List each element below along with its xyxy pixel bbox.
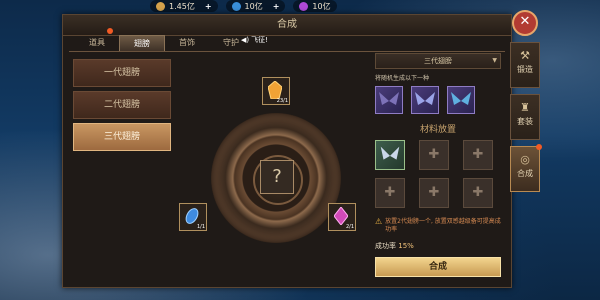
side-tab-label: 套装: [517, 117, 533, 126]
tip: ⚠ 放置2代翅膀一个, 放置双感越级备可提高成功率: [375, 218, 501, 234]
wing-option-icon[interactable]: [375, 86, 403, 114]
notification-dot: [536, 144, 542, 150]
window-title: 合成: [63, 15, 511, 36]
rate-value: 15%: [398, 242, 414, 250]
material-cell-add[interactable]: ✚: [375, 178, 405, 208]
armor-icon: ♜: [520, 101, 530, 114]
currency-diamond: 10亿 +: [225, 0, 286, 12]
side-tab-label: 合成: [517, 169, 533, 178]
side-tab-forge[interactable]: ⚒ 锻造: [510, 42, 540, 88]
diamond-icon: [231, 1, 241, 11]
synthesis-window: 合成 ◀) 飞征! 道具 翅膀 首饰 守护 一代翅膀 二代翅膀 三代翅膀 ? 2…: [62, 14, 512, 288]
synthesize-button[interactable]: 合成: [375, 257, 501, 277]
side-tab-synthesis[interactable]: ◎ 合成: [510, 144, 542, 192]
purple-token-icon: [299, 1, 309, 11]
slot-count: 23/1: [276, 98, 288, 104]
wing-option-icon[interactable]: [411, 86, 439, 114]
panel-title: 三代翅膀: [424, 57, 452, 65]
material-slot-left[interactable]: 1/1: [179, 203, 207, 231]
side-tabs: ⚒ 锻造 ♜ 套装 ◎ 合成: [510, 42, 542, 198]
material-slot-right[interactable]: 2/1: [328, 203, 356, 231]
tab-jewelry[interactable]: 首饰: [165, 35, 209, 51]
diamond-amount: 10亿: [244, 1, 263, 11]
orange-gem-icon: [268, 81, 282, 99]
panel-subtitle: 将随机生成以下一种: [375, 75, 430, 82]
purple-gem-icon: [334, 207, 348, 225]
tab-items[interactable]: 道具: [75, 35, 119, 51]
material-grid: ✚ ✚ ✚ ✚ ✚: [375, 140, 501, 208]
tab-bar: 道具 翅膀 首饰 守护: [63, 35, 523, 51]
purple-amount: 10亿: [312, 1, 331, 11]
gen-1-wings[interactable]: 一代翅膀: [73, 59, 171, 87]
gen-2-wings[interactable]: 二代翅膀: [73, 91, 171, 119]
result-slot[interactable]: ?: [260, 160, 294, 194]
success-rate: 成功率 15%: [375, 241, 501, 251]
wing-option-icon[interactable]: [447, 86, 475, 114]
generation-list: 一代翅膀 二代翅膀 三代翅膀: [73, 59, 171, 155]
tab-wings[interactable]: 翅膀: [119, 35, 165, 51]
material-cell-add[interactable]: ✚: [463, 178, 493, 208]
side-tab-set[interactable]: ♜ 套装: [510, 94, 540, 140]
wing-options: [375, 86, 501, 114]
slot-count: 2/1: [345, 224, 354, 230]
blue-feather-icon: [185, 208, 199, 224]
currency-bar: 1.45亿 + 10亿 + 10亿: [150, 0, 337, 12]
synthesis-panel: 三代翅膀 ▼ 将随机生成以下一种 材料放置 ✚ ✚ ✚ ✚ ✚ ⚠ 放置2代翅膀…: [375, 53, 501, 277]
panel-header: 三代翅膀 ▼: [375, 53, 501, 69]
material-cell-add[interactable]: ✚: [419, 178, 449, 208]
rate-label: 成功率: [375, 242, 396, 250]
material-cell[interactable]: [375, 140, 405, 170]
gen-3-wings[interactable]: 三代翅膀: [73, 123, 171, 151]
material-slot-top[interactable]: 23/1: [262, 77, 290, 105]
notification-dot: [107, 28, 113, 34]
tip-text: 放置2代翅膀一个, 放置双感越级备可提高成功率: [385, 218, 501, 233]
material-cell-add[interactable]: ✚: [419, 140, 449, 170]
currency-purple: 10亿: [293, 0, 337, 12]
tab-guardian[interactable]: 守护: [209, 35, 253, 51]
slot-count: 1/1: [196, 224, 205, 230]
gold-amount: 1.45亿: [169, 1, 195, 11]
add-diamond-button[interactable]: +: [273, 2, 280, 11]
gold-coin-icon: [156, 1, 165, 11]
warning-icon: ⚠: [375, 217, 383, 226]
synthesis-icon: ◎: [520, 153, 530, 166]
material-title: 材料放置: [419, 125, 456, 135]
anvil-icon: ⚒: [520, 49, 530, 62]
chevron-down-icon[interactable]: ▼: [492, 54, 497, 68]
currency-gold: 1.45亿 +: [150, 0, 218, 12]
tab-divider: [69, 51, 505, 52]
side-tab-label: 锻造: [517, 65, 533, 74]
close-icon: ✕: [519, 14, 531, 29]
add-gold-button[interactable]: +: [205, 2, 212, 11]
close-button[interactable]: ✕: [512, 10, 538, 36]
material-cell-add[interactable]: ✚: [463, 140, 493, 170]
